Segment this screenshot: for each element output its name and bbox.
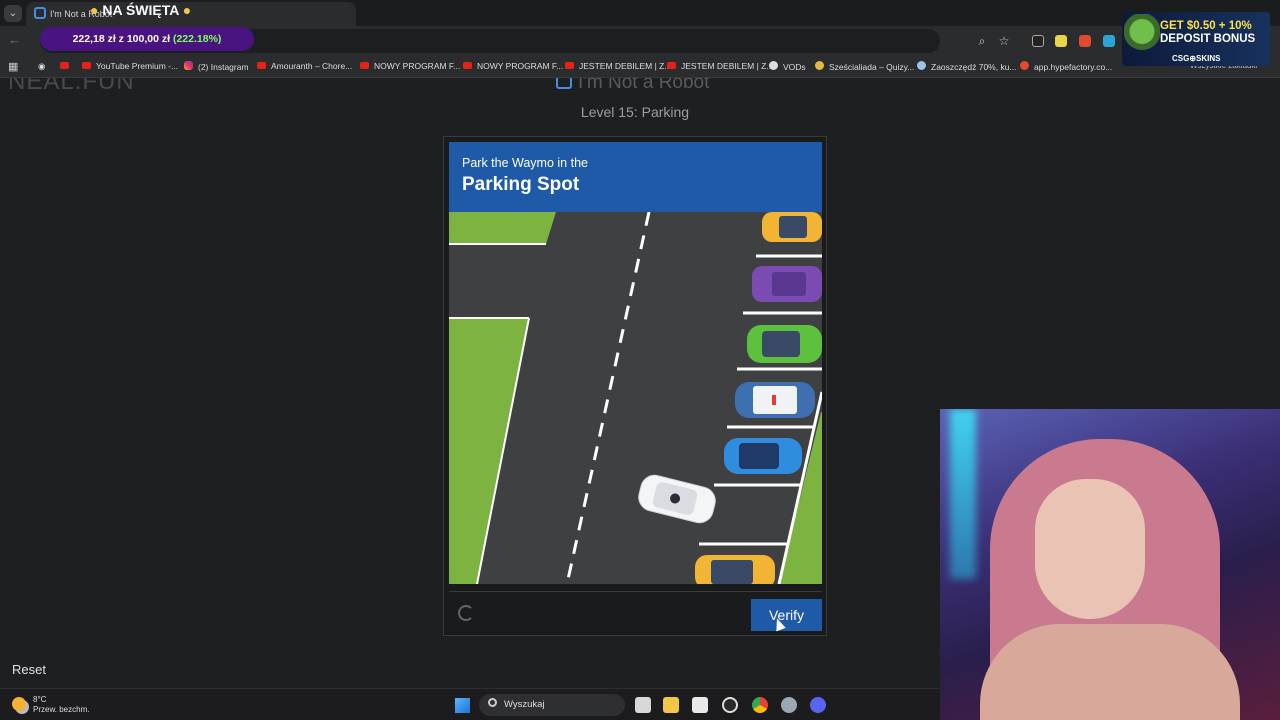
captcha-instruction: Park the Waymo in the bbox=[462, 156, 588, 170]
globe-icon bbox=[769, 61, 778, 70]
ad-line1: GET $0.50 + 10% bbox=[1160, 20, 1252, 32]
youtube-icon bbox=[463, 62, 472, 69]
bookmark-item[interactable]: JESTEM DEBILEM | Z... bbox=[667, 61, 773, 73]
level-label: Level 15: Parking bbox=[580, 104, 690, 120]
parked-car-blue bbox=[724, 438, 802, 474]
site-logo[interactable]: NEAL.FUN bbox=[8, 78, 135, 96]
discord-icon[interactable] bbox=[810, 697, 826, 713]
sun-emoji-icon: ● bbox=[90, 2, 99, 18]
donation-progress-percent: (222.18%) bbox=[172, 33, 222, 45]
parking-lot-scene[interactable] bbox=[449, 212, 822, 584]
windows-taskbar: 8°C Przew. bezchm. Wyszukaj bbox=[0, 688, 940, 720]
extension-twitch-icon[interactable] bbox=[1032, 35, 1044, 47]
robot-favicon-icon bbox=[34, 7, 46, 19]
stream-promo-title: ● NA ŚWIĘTA ● bbox=[90, 2, 192, 18]
tab-bar: ⌄ I'm Not a Robot ● NA ŚWIĘTA ● bbox=[0, 0, 1280, 26]
youtube-icon bbox=[565, 62, 574, 69]
captcha-header: Park the Waymo in the Parking Spot bbox=[449, 142, 822, 212]
reset-button[interactable]: Reset bbox=[12, 662, 46, 677]
streamer-webcam bbox=[940, 409, 1280, 720]
zoom-icon[interactable]: ⌕ bbox=[975, 34, 989, 48]
bookmark-youtube-icon[interactable] bbox=[60, 61, 74, 73]
donation-progress-text: 222,18 zł z 100,00 zł bbox=[72, 33, 171, 45]
youtube-icon bbox=[82, 62, 91, 69]
taskbar-search-placeholder: Wyszukaj bbox=[504, 699, 545, 710]
search-icon bbox=[488, 698, 497, 707]
ad-line2: DEPOSIT BONUS bbox=[1160, 33, 1256, 45]
back-arrow-icon[interactable]: ← bbox=[8, 32, 21, 47]
parked-car-green bbox=[747, 325, 822, 363]
windows-start-icon[interactable] bbox=[455, 698, 470, 713]
youtube-icon bbox=[667, 62, 676, 69]
ad-brand: CSG⊕SKINS bbox=[1172, 54, 1221, 63]
weather-icon[interactable] bbox=[12, 697, 26, 711]
bookmark-item[interactable]: Amouranth – Chore... bbox=[257, 61, 352, 73]
captcha-widget: Park the Waymo in the Parking Spot Verif… bbox=[443, 136, 827, 636]
tab-search-button[interactable]: ⌄ bbox=[4, 5, 22, 22]
ad-character-image bbox=[1124, 14, 1160, 64]
settings-gear-icon[interactable] bbox=[781, 697, 797, 713]
refresh-icon[interactable] bbox=[458, 605, 474, 621]
bookmark-item[interactable]: Zaoszczędź 70%, ku... bbox=[917, 61, 1017, 73]
quiz-icon bbox=[815, 61, 824, 70]
verify-button[interactable]: Verify bbox=[751, 599, 822, 631]
parked-car-purple bbox=[752, 266, 822, 302]
parked-car-yellow-top bbox=[762, 212, 822, 242]
bookmark-item[interactable]: (2) Instagram bbox=[184, 61, 249, 73]
task-view-icon[interactable] bbox=[635, 697, 651, 713]
file-explorer-icon[interactable] bbox=[663, 697, 679, 713]
stream-ad-banner: GET $0.50 + 10% DEPOSIT BONUS CSG⊕SKINS bbox=[1122, 12, 1270, 66]
parking-lot-illustration bbox=[449, 212, 822, 584]
bookmark-item[interactable]: VODs bbox=[769, 61, 806, 73]
weather-description[interactable]: Przew. bezchm. bbox=[33, 705, 89, 714]
bookmark-item[interactable]: JESTEM DEBILEM | Z... bbox=[565, 61, 671, 73]
lane-divider bbox=[565, 212, 651, 584]
taskbar-search[interactable]: Wyszukaj bbox=[479, 694, 625, 716]
extension-red-icon[interactable] bbox=[1079, 35, 1091, 47]
sun-emoji-icon: ● bbox=[182, 2, 192, 18]
instagram-icon bbox=[184, 61, 193, 70]
apps-grid-icon[interactable]: ▦ bbox=[8, 60, 18, 73]
grass-left bbox=[449, 318, 529, 584]
bookmarks-bar: ▦ ◉ YouTube Premium -... (2) Instagram A… bbox=[0, 56, 1280, 78]
hypefactory-icon bbox=[1020, 61, 1029, 70]
bookmark-item[interactable]: app.hypefactory.co... bbox=[1020, 61, 1112, 73]
tab-groups-icon[interactable]: ◉ bbox=[38, 61, 45, 73]
youtube-icon bbox=[257, 62, 266, 69]
store-icon[interactable] bbox=[692, 697, 708, 713]
waymo-car bbox=[638, 474, 716, 524]
bookmark-item[interactable]: YouTube Premium -... bbox=[82, 61, 178, 73]
app-circle-icon[interactable] bbox=[722, 697, 738, 713]
grass-top-left bbox=[449, 212, 556, 244]
bookmark-item[interactable]: NOWY PROGRAM F... bbox=[360, 61, 460, 73]
parked-car-police bbox=[735, 382, 815, 418]
captcha-instruction-target: Parking Spot bbox=[462, 174, 580, 195]
bookmark-item[interactable]: Sześcialiada – Quizy... bbox=[815, 61, 914, 73]
bookmark-star-icon[interactable]: ☆ bbox=[997, 34, 1011, 48]
steam-icon bbox=[917, 61, 926, 70]
parked-car-yellow-bottom bbox=[695, 555, 775, 584]
page-heading: I'm Not a Robot bbox=[556, 78, 709, 94]
extension-l-icon[interactable] bbox=[1055, 35, 1067, 47]
bookmark-item[interactable]: NOWY PROGRAM F... bbox=[463, 61, 563, 73]
weather-temperature[interactable]: 8°C bbox=[33, 695, 46, 704]
robot-icon bbox=[556, 78, 572, 89]
chrome-icon[interactable] bbox=[752, 697, 768, 713]
youtube-icon bbox=[360, 62, 369, 69]
extension-7tv-icon[interactable] bbox=[1103, 35, 1115, 47]
donation-progress-bar: 222,18 zł z 100,00 zł (222.18%) bbox=[40, 27, 254, 51]
